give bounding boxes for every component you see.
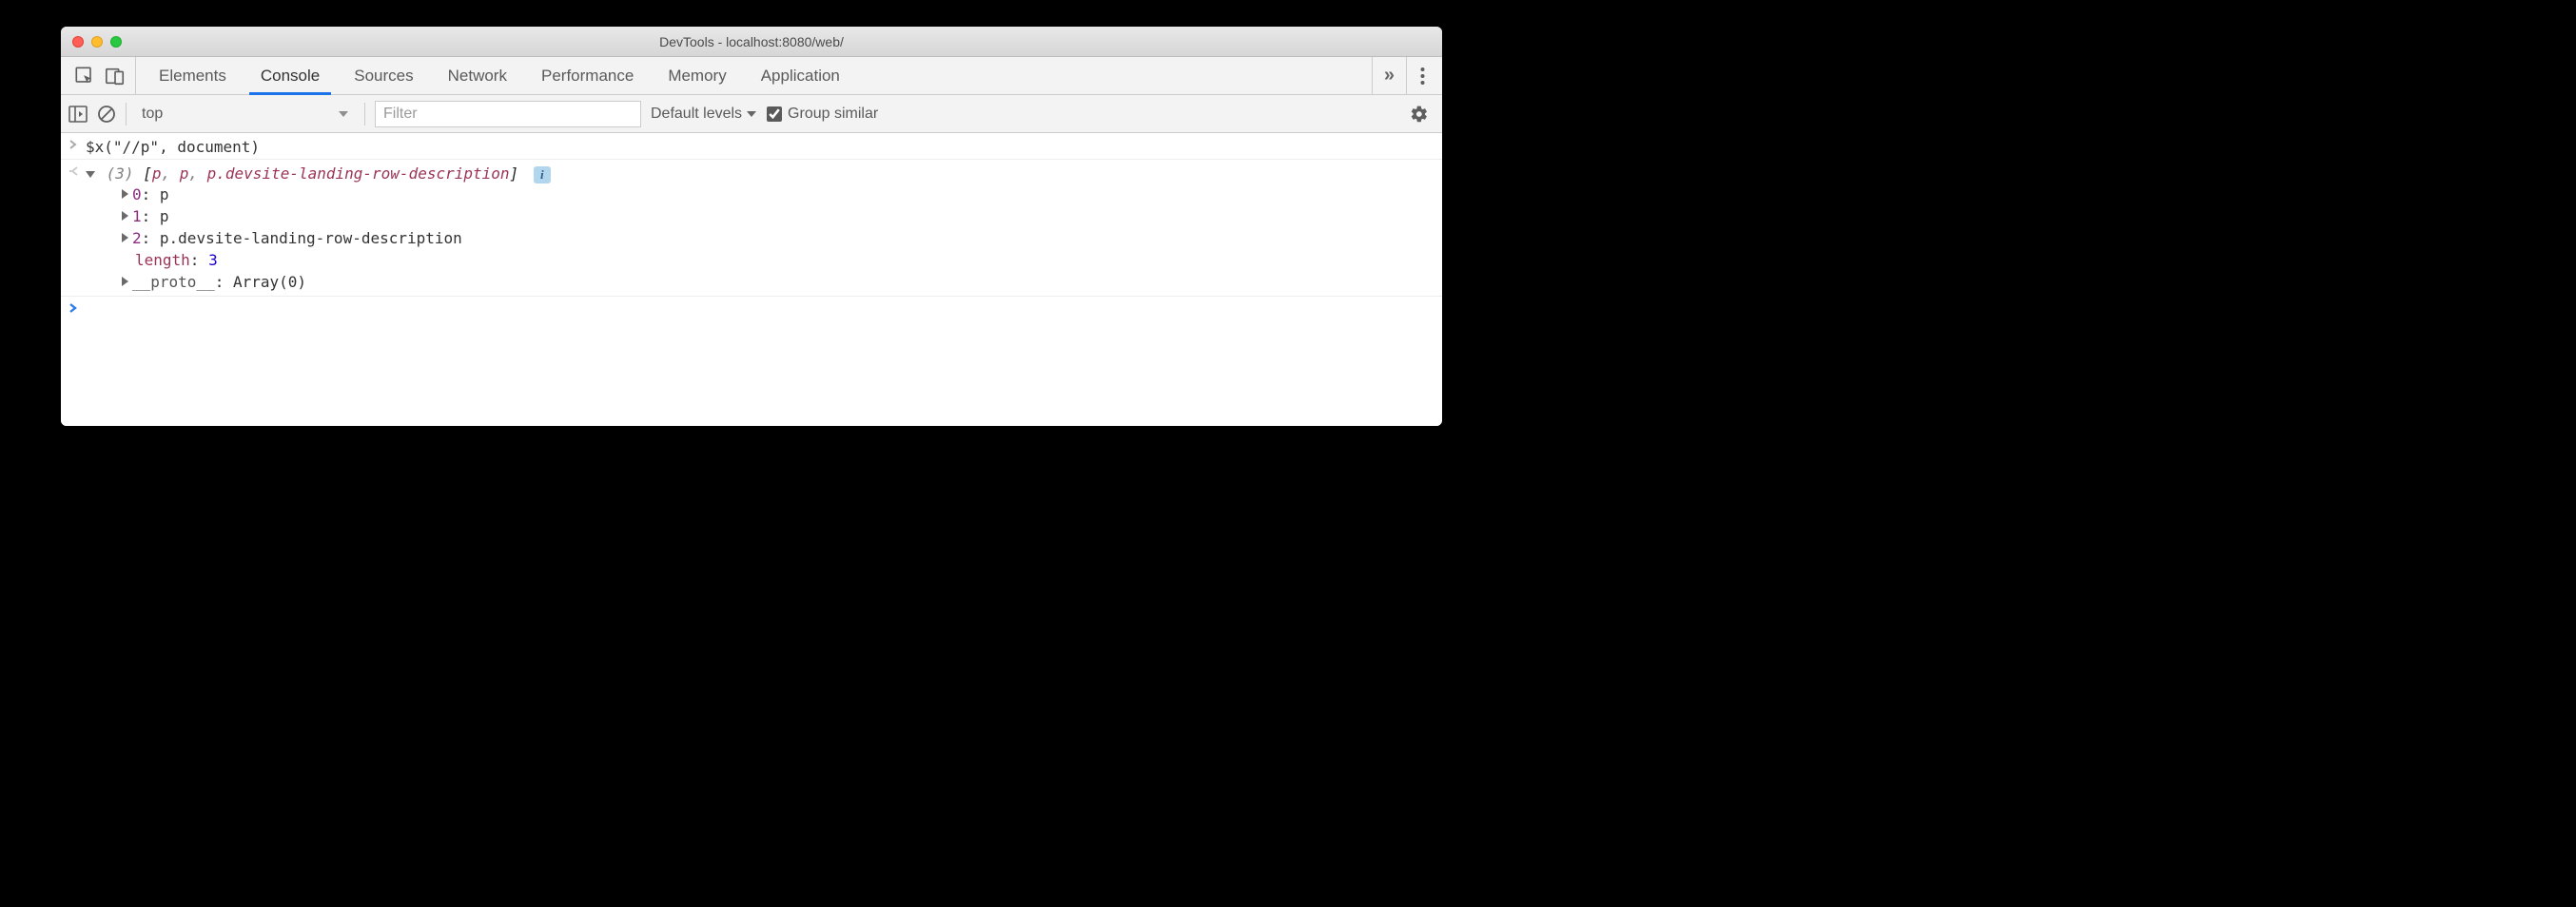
device-toolbar-icon[interactable] — [105, 66, 126, 87]
sidebar-toggle-icon[interactable] — [68, 106, 88, 123]
more-options-button[interactable] — [1407, 57, 1438, 94]
minimize-window-button[interactable] — [91, 36, 103, 48]
filter-input[interactable] — [375, 101, 641, 127]
expand-toggle-icon[interactable] — [122, 277, 128, 286]
result-child-0[interactable]: 0: p — [86, 183, 1433, 205]
expand-toggle-icon[interactable] — [122, 233, 128, 242]
tab-performance[interactable]: Performance — [524, 57, 651, 94]
result-proto-row[interactable]: __proto__: Array(0) — [86, 271, 1433, 293]
child-index: 2 — [132, 229, 142, 247]
console-output: $x("//p", document) (3) [p, p, p.devsite… — [61, 133, 1442, 426]
length-key: length — [135, 251, 190, 269]
tab-elements[interactable]: Elements — [142, 57, 244, 94]
inspect-tools — [65, 57, 136, 94]
clear-console-icon[interactable] — [97, 105, 116, 124]
result-indicator-icon — [61, 163, 86, 177]
expand-toggle-icon[interactable] — [86, 171, 95, 178]
tab-memory[interactable]: Memory — [651, 57, 743, 94]
expand-toggle-icon[interactable] — [122, 189, 128, 199]
close-window-button[interactable] — [72, 36, 84, 48]
child-index: 1 — [132, 207, 142, 225]
tab-application[interactable]: Application — [744, 57, 857, 94]
console-input-echo-row: $x("//p", document) — [61, 133, 1442, 160]
input-prompt-icon — [61, 136, 86, 150]
proto-key: __proto__ — [132, 273, 215, 291]
result-preview-line[interactable]: (3) [p, p, p.devsite-landing-row-descrip… — [86, 164, 1433, 183]
child-index: 0 — [132, 185, 142, 203]
maximize-window-button[interactable] — [110, 36, 122, 48]
result-count: (3) — [107, 164, 134, 183]
length-value: 3 — [208, 251, 218, 269]
tab-console[interactable]: Console — [244, 57, 337, 94]
tab-network[interactable]: Network — [431, 57, 524, 94]
window-title: DevTools - localhost:8080/web/ — [61, 34, 1442, 49]
console-settings-icon[interactable] — [1404, 105, 1434, 124]
result-child-2[interactable]: 2: p.devsite-landing-row-description — [86, 227, 1433, 249]
console-input[interactable] — [86, 299, 1442, 301]
result-length-row[interactable]: length: 3 — [86, 249, 1433, 271]
group-similar-label: Group similar — [788, 106, 878, 123]
proto-value: Array(0) — [233, 273, 306, 291]
log-levels-dropdown[interactable]: Default levels — [651, 106, 757, 123]
devtools-window: DevTools - localhost:8080/web/ Elements … — [61, 27, 1442, 426]
levels-label: Default levels — [651, 106, 742, 123]
tab-list: Elements Console Sources Network Perform… — [142, 57, 1372, 94]
console-result-row: (3) [p, p, p.devsite-landing-row-descrip… — [61, 160, 1442, 297]
titlebar: DevTools - localhost:8080/web/ — [61, 27, 1442, 57]
traffic-lights — [72, 36, 122, 48]
context-label: top — [142, 106, 163, 123]
result-body[interactable]: (3) [p, p, p.devsite-landing-row-descrip… — [86, 163, 1442, 293]
console-command-text[interactable]: $x("//p", document) — [86, 136, 1442, 156]
tab-sources[interactable]: Sources — [337, 57, 430, 94]
prompt-icon — [61, 299, 86, 314]
preview-item-2[interactable]: p.devsite-landing-row-description — [207, 164, 510, 183]
child-value: p — [160, 207, 169, 225]
child-value: p — [160, 185, 169, 203]
group-similar-checkbox[interactable] — [767, 106, 782, 122]
tabs-overflow-button[interactable]: » — [1372, 57, 1407, 94]
child-value: p.devsite-landing-row-description — [160, 229, 462, 247]
info-icon[interactable]: i — [534, 166, 551, 183]
preview-item-1[interactable]: p — [180, 164, 189, 183]
console-toolbar: top Default levels Group similar — [61, 95, 1442, 133]
context-selector[interactable]: top — [136, 104, 355, 125]
console-prompt-row[interactable] — [61, 297, 1442, 317]
result-child-1[interactable]: 1: p — [86, 205, 1433, 227]
expand-toggle-icon[interactable] — [122, 211, 128, 221]
tabs-bar: Elements Console Sources Network Perform… — [61, 57, 1442, 95]
inspect-element-icon[interactable] — [74, 66, 95, 87]
group-similar-toggle[interactable]: Group similar — [767, 106, 878, 123]
